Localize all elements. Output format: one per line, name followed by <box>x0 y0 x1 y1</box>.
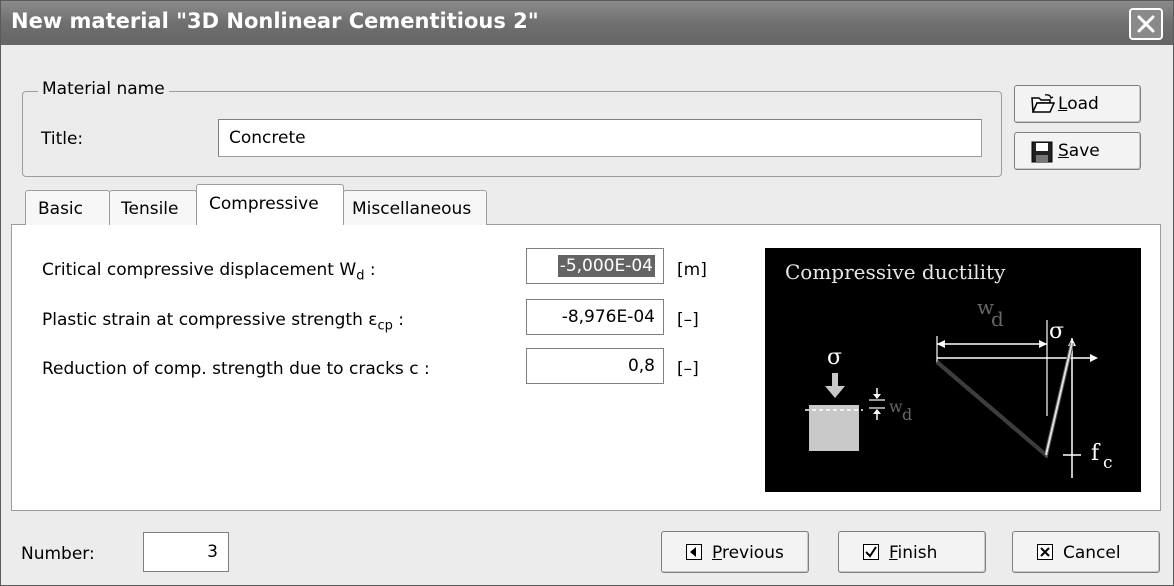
finish-underline: F <box>889 543 898 563</box>
tab-tensile-label: Tensile <box>121 199 179 219</box>
wd-label-specimen: w <box>889 397 903 416</box>
load-label: oad <box>1067 94 1099 114</box>
tab-tensile[interactable]: Tensile <box>109 190 197 225</box>
window-title: New material "3D Nonlinear Cementitious … <box>11 9 539 33</box>
strength-reduction-input[interactable]: 0,8 <box>526 348 664 384</box>
material-name-legend: Material name <box>38 79 169 99</box>
load-button[interactable]: Load <box>1014 85 1141 123</box>
sigma-label-specimen: σ <box>827 345 842 370</box>
check-icon <box>863 544 879 560</box>
previous-underline: P <box>712 543 722 563</box>
sigma-label-chart: σ <box>1049 319 1064 344</box>
plastic-strain-label: Plastic strain at compressive strength ε… <box>42 310 404 334</box>
save-label: ave <box>1068 141 1100 161</box>
ductility-diagram: w d σ σ w d f c <box>805 295 1113 478</box>
cancel-button[interactable]: Cancel <box>1012 531 1160 573</box>
wd-sub-top: d <box>991 307 1004 331</box>
critical-displacement-input[interactable]: -5,000E-04 <box>526 248 664 284</box>
title-input[interactable]: Concrete <box>218 119 982 157</box>
save-underline: S <box>1058 141 1069 161</box>
finish-button[interactable]: Finish <box>838 531 986 573</box>
close-icon <box>1137 15 1155 33</box>
strength-reduction-unit: [–] <box>677 359 699 379</box>
cancel-label: Cancel <box>1063 543 1121 563</box>
number-label: Number: <box>21 544 95 564</box>
previous-label: revious <box>721 543 784 563</box>
number-input[interactable]: 3 <box>143 532 229 572</box>
fc-label: f <box>1091 441 1101 466</box>
fc-sub: c <box>1103 453 1113 473</box>
title-bar: New material "3D Nonlinear Cementitious … <box>1 1 1173 45</box>
critical-displacement-unit: [m] <box>677 260 707 280</box>
tab-miscellaneous-label: Miscellaneous <box>352 199 472 219</box>
strength-reduction-label: Reduction of comp. strength due to crack… <box>42 359 430 379</box>
tab-compressive[interactable]: Compressive <box>196 184 344 225</box>
previous-button[interactable]: Previous <box>661 531 809 573</box>
folder-open-icon <box>1031 94 1055 113</box>
arrow-left-icon <box>686 544 702 560</box>
load-underline: L <box>1058 94 1068 114</box>
specimen-block <box>809 405 859 451</box>
dialog-window: New material "3D Nonlinear Cementitious … <box>0 0 1174 586</box>
plastic-strain-unit: [–] <box>677 310 699 330</box>
plastic-strain-input[interactable]: -8,976E-04 <box>526 299 664 335</box>
close-x-icon <box>1037 544 1053 560</box>
tab-basic-label: Basic <box>38 199 84 219</box>
close-button[interactable] <box>1129 8 1163 40</box>
compressive-ductility-figure: Compressive ductility w d σ σ w d f c <box>765 248 1141 492</box>
tab-miscellaneous[interactable]: Miscellaneous <box>343 190 487 225</box>
tab-basic[interactable]: Basic <box>25 190 110 225</box>
title-label: Title: <box>41 129 84 149</box>
load-arrow <box>825 386 845 398</box>
tab-compressive-label: Compressive <box>209 194 319 214</box>
floppy-disk-icon <box>1031 141 1053 163</box>
save-button[interactable]: Save <box>1014 132 1141 170</box>
wd-sub-specimen: d <box>902 405 912 424</box>
critical-displacement-label: Critical compressive displacement Wd : <box>42 260 376 284</box>
finish-label: inish <box>897 543 938 563</box>
